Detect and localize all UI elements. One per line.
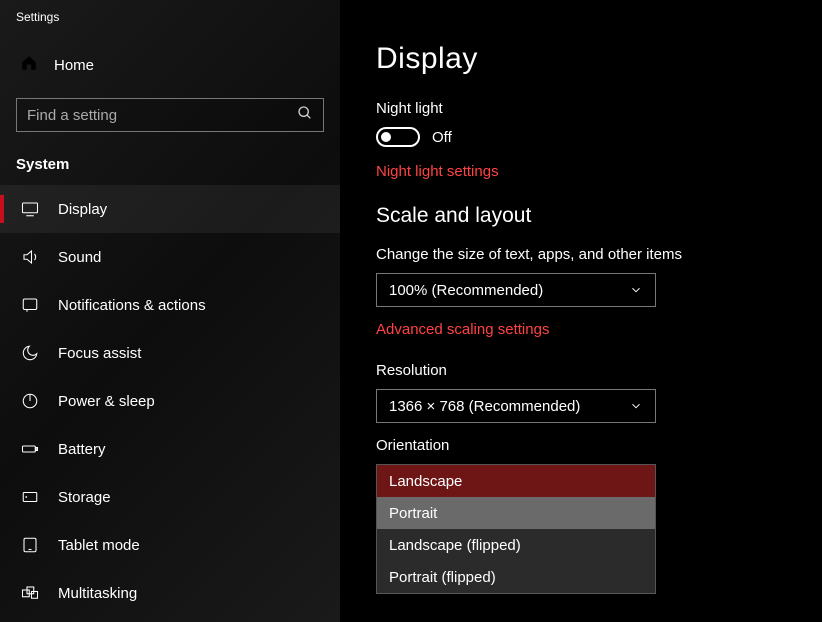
sidebar-item-label: Notifications & actions xyxy=(58,297,206,314)
resolution-select[interactable]: 1366 × 768 (Recommended) xyxy=(376,389,656,423)
sidebar-item-focus-assist[interactable]: Focus assist xyxy=(0,329,340,377)
sidebar-item-display[interactable]: Display xyxy=(0,185,340,233)
sidebar-item-label: Power & sleep xyxy=(58,393,155,410)
sidebar-item-storage[interactable]: Storage xyxy=(0,473,340,521)
notifications-icon xyxy=(20,296,40,314)
sidebar-item-battery[interactable]: Battery xyxy=(0,425,340,473)
orientation-option[interactable]: Portrait xyxy=(377,497,655,529)
home-button[interactable]: Home xyxy=(0,44,340,86)
home-icon xyxy=(20,54,38,76)
orientation-option[interactable]: Portrait (flipped) xyxy=(377,561,655,593)
scale-value: 100% (Recommended) xyxy=(389,282,543,299)
sidebar-item-power-sleep[interactable]: Power & sleep xyxy=(0,377,340,425)
sound-icon xyxy=(20,248,40,266)
page-title: Display xyxy=(376,42,822,76)
content-area: Display Night light Off Night light sett… xyxy=(340,0,822,622)
search-icon xyxy=(297,105,313,126)
scale-layout-heading: Scale and layout xyxy=(376,204,822,228)
night-light-toggle[interactable] xyxy=(376,127,420,147)
advanced-scaling-link[interactable]: Advanced scaling settings xyxy=(376,321,822,338)
sidebar-item-notifications[interactable]: Notifications & actions xyxy=(0,281,340,329)
orientation-option[interactable]: Landscape (flipped) xyxy=(377,529,655,561)
resolution-value: 1366 × 768 (Recommended) xyxy=(389,398,580,415)
sidebar-item-label: Sound xyxy=(58,249,101,266)
sidebar-item-label: Focus assist xyxy=(58,345,141,362)
search-input[interactable] xyxy=(27,107,297,124)
sidebar-item-label: Multitasking xyxy=(58,585,137,602)
resolution-label: Resolution xyxy=(376,362,822,379)
battery-icon xyxy=(20,440,40,458)
search-box[interactable] xyxy=(16,98,324,132)
storage-icon xyxy=(20,488,40,506)
scale-select[interactable]: 100% (Recommended) xyxy=(376,273,656,307)
chevron-down-icon xyxy=(629,283,643,297)
chevron-down-icon xyxy=(629,399,643,413)
multitasking-icon xyxy=(20,584,40,602)
sidebar-nav: Display Sound Notifications & actions Fo… xyxy=(0,185,340,617)
sidebar-section-label: System xyxy=(0,150,340,185)
power-icon xyxy=(20,392,40,410)
sidebar-item-label: Display xyxy=(58,201,107,218)
tablet-icon xyxy=(20,536,40,554)
app-title: Settings xyxy=(0,0,340,44)
sidebar-item-label: Battery xyxy=(58,441,106,458)
night-light-label: Night light xyxy=(376,100,822,117)
orientation-dropdown[interactable]: LandscapePortraitLandscape (flipped)Port… xyxy=(376,464,656,594)
sidebar-item-label: Storage xyxy=(58,489,111,506)
sidebar-item-multitasking[interactable]: Multitasking xyxy=(0,569,340,617)
orientation-option[interactable]: Landscape xyxy=(377,465,655,497)
night-light-state: Off xyxy=(432,129,452,146)
home-label: Home xyxy=(54,57,94,74)
orientation-label: Orientation xyxy=(376,437,822,454)
sidebar-item-sound[interactable]: Sound xyxy=(0,233,340,281)
night-light-settings-link[interactable]: Night light settings xyxy=(376,163,822,180)
focus-assist-icon xyxy=(20,344,40,362)
sidebar: Settings Home System Display So xyxy=(0,0,340,622)
sidebar-item-tablet-mode[interactable]: Tablet mode xyxy=(0,521,340,569)
scale-label: Change the size of text, apps, and other… xyxy=(376,246,822,263)
display-icon xyxy=(20,200,40,218)
sidebar-item-label: Tablet mode xyxy=(58,537,140,554)
